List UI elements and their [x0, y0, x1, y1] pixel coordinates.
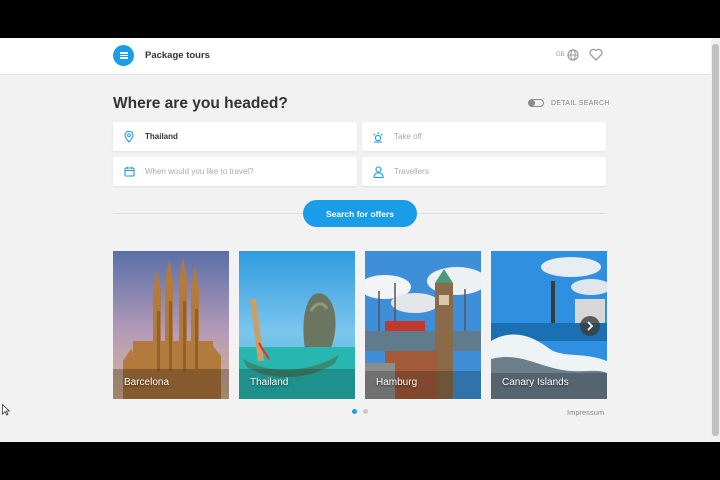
language-code: GB [556, 52, 565, 58]
mouse-cursor-icon [2, 404, 10, 416]
travel-date-placeholder: When would you like to travel? [145, 167, 254, 176]
takeoff-field[interactable]: Take off [362, 122, 606, 151]
globe-icon [567, 49, 579, 61]
search-offers-button[interactable]: Search for offers [303, 200, 417, 227]
destination-card-thailand[interactable]: Thailand [239, 251, 355, 399]
brand-title: Package tours [145, 50, 210, 61]
toggle-switch[interactable] [528, 99, 544, 107]
carousel-pagination [352, 409, 368, 414]
detail-search-toggle[interactable]: DETAIL SEARCH [528, 99, 610, 107]
destination-card-barcelona[interactable]: Barcelona [113, 251, 229, 399]
menu-icon [119, 51, 128, 60]
location-pin-icon [124, 130, 134, 143]
calendar-icon [123, 166, 135, 177]
travellers-field[interactable]: Travellers [362, 157, 606, 186]
destination-label: Hamburg [376, 377, 418, 388]
scrollbar-thumb[interactable] [712, 44, 719, 436]
detail-search-label: DETAIL SEARCH [551, 99, 610, 107]
person-icon [372, 165, 384, 178]
pagination-dot-2[interactable] [363, 409, 368, 414]
destination-label: Thailand [250, 377, 289, 388]
impressum-link[interactable]: Impressum [567, 408, 604, 417]
destination-label: Barcelona [124, 377, 170, 388]
destination-card-hamburg[interactable]: Hamburg [365, 251, 481, 399]
destination-field[interactable]: Thailand [113, 122, 357, 151]
chevron-right-icon [587, 321, 594, 331]
travel-date-field[interactable]: When would you like to travel? [113, 157, 357, 186]
top-header: Package tours GB [0, 38, 711, 75]
scrollbar[interactable] [711, 38, 720, 442]
language-selector[interactable]: GB [556, 49, 579, 61]
carousel-next-button[interactable] [580, 316, 600, 336]
menu-button[interactable] [113, 45, 134, 66]
takeoff-icon [373, 131, 383, 143]
destination-label: Canary Islands [502, 377, 569, 388]
pagination-dot-1[interactable] [352, 409, 357, 414]
browser-viewport: Package tours GB Where are you headed? D… [0, 38, 720, 442]
heart-icon[interactable] [589, 48, 603, 61]
destination-value: Thailand [145, 132, 178, 141]
travellers-placeholder: Travellers [394, 167, 429, 176]
page-title: Where are you headed? [113, 95, 288, 112]
takeoff-placeholder: Take off [394, 132, 422, 141]
